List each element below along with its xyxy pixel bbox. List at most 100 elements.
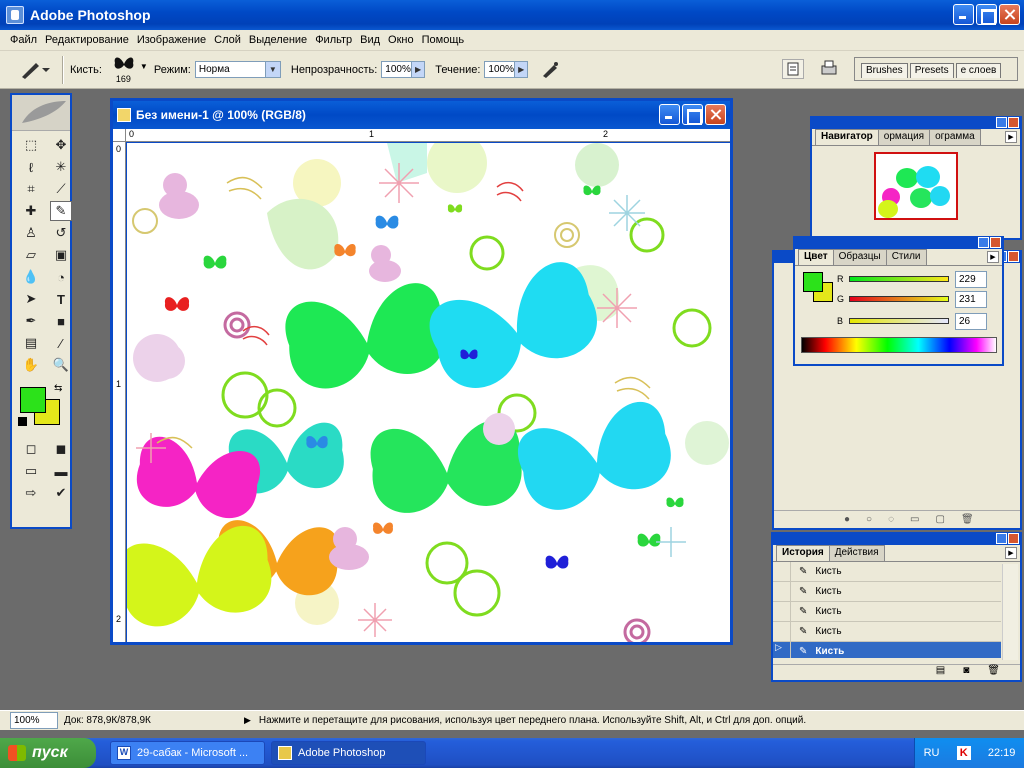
history-item[interactable]: ✎ Кисть: [773, 582, 1001, 602]
add-layer-style-icon[interactable]: ●: [844, 514, 850, 525]
tab-navigator[interactable]: Навигатор: [815, 129, 879, 145]
menu-view[interactable]: Вид: [360, 34, 380, 46]
swap-colors-icon[interactable]: ⇆: [54, 383, 62, 394]
opacity-input[interactable]: 100% ▶: [381, 61, 426, 78]
jump-to-imageready-icon[interactable]: ⇨: [20, 483, 42, 503]
tab-history[interactable]: История: [776, 545, 830, 561]
g-slider[interactable]: [849, 296, 949, 302]
minimize-button[interactable]: [953, 4, 974, 25]
history-menu-icon[interactable]: ▶: [1005, 547, 1017, 559]
document-title-bar[interactable]: Без имени-1 @ 100% (RGB/8): [113, 101, 730, 129]
new-fill-layer-icon[interactable]: ◌: [888, 514, 894, 525]
history-brush-tool-icon[interactable]: ↺: [50, 223, 72, 243]
doc-close-button[interactable]: [705, 104, 726, 125]
pen-tool-icon[interactable]: ✒: [20, 311, 42, 331]
color-menu-icon[interactable]: ▶: [987, 251, 999, 263]
notes-tool-icon[interactable]: ▤: [20, 333, 42, 353]
menu-layer[interactable]: Слой: [214, 34, 241, 46]
clock[interactable]: 22:19: [988, 747, 1016, 759]
b-value-input[interactable]: 26: [955, 312, 987, 330]
maximize-button[interactable]: [976, 4, 997, 25]
layers-close-button[interactable]: [1008, 251, 1019, 262]
lasso-tool-icon[interactable]: ℓ: [20, 157, 42, 177]
zoom-tool-icon[interactable]: 🔍: [50, 355, 72, 375]
color-ramp[interactable]: [801, 337, 997, 353]
image-canvas[interactable]: [127, 143, 730, 642]
menu-edit[interactable]: Редактирование: [45, 34, 129, 46]
doc-size[interactable]: Док: 878,9К/878,9К: [64, 715, 234, 726]
palette-tab-brushes[interactable]: Brushes: [861, 63, 908, 78]
b-slider[interactable]: [849, 318, 949, 324]
healing-brush-tool-icon[interactable]: ✚: [20, 201, 42, 221]
delete-state-icon[interactable]: 🗑: [987, 665, 1000, 680]
tab-swatches[interactable]: Образцы: [832, 249, 887, 265]
navigator-close-button[interactable]: [1008, 117, 1019, 128]
r-value-input[interactable]: 229: [955, 270, 987, 288]
imageready-icon[interactable]: ✔: [50, 483, 72, 503]
toggle-palettes-button[interactable]: [818, 57, 840, 79]
start-button[interactable]: пуск: [0, 738, 96, 768]
brush-picker[interactable]: 169 ▼: [106, 54, 150, 86]
clone-stamp-tool-icon[interactable]: ♙: [20, 223, 42, 243]
vertical-ruler[interactable]: 0 1 2: [113, 142, 126, 642]
palette-tab-layer-comps[interactable]: е слоев: [955, 63, 1002, 78]
history-item[interactable]: ✎ Кисть: [773, 622, 1001, 642]
delete-layer-icon[interactable]: 🗑: [961, 514, 974, 525]
tab-info[interactable]: ормация: [877, 129, 931, 145]
move-tool-icon[interactable]: ✥: [50, 135, 72, 155]
history-scrollbar[interactable]: [1002, 564, 1018, 660]
toolbox-header[interactable]: [12, 95, 70, 131]
magic-wand-tool-icon[interactable]: ✳: [50, 157, 72, 177]
menu-window[interactable]: Окно: [388, 34, 414, 46]
path-selection-tool-icon[interactable]: ➤: [20, 289, 42, 309]
status-menu-icon[interactable]: ▶: [244, 715, 251, 726]
taskbar-word[interactable]: W 29-сабак - Microsoft ...: [110, 741, 265, 765]
menu-help[interactable]: Помощь: [422, 34, 465, 46]
history-item[interactable]: ✎ Кисть: [773, 562, 1001, 582]
slice-tool-icon[interactable]: ⟋: [50, 179, 72, 199]
new-layer-icon[interactable]: ▢: [936, 514, 945, 525]
color-minimize-button[interactable]: [978, 237, 989, 248]
navigator-menu-icon[interactable]: ▶: [1005, 131, 1017, 143]
taskbar-photoshop[interactable]: Adobe Photoshop: [271, 741, 426, 765]
menu-image[interactable]: Изображение: [137, 34, 206, 46]
standard-mode-icon[interactable]: ◻: [20, 439, 42, 459]
eraser-tool-icon[interactable]: ▱: [20, 245, 42, 265]
add-mask-icon[interactable]: ○: [866, 514, 872, 525]
zoom-field[interactable]: 100%: [10, 712, 58, 729]
eyedropper-tool-icon[interactable]: ⁄: [50, 333, 72, 353]
navigator-thumbnail[interactable]: [874, 152, 958, 220]
doc-minimize-button[interactable]: [659, 104, 680, 125]
mode-select[interactable]: Норма ▼: [194, 61, 281, 78]
screen-mode-full-icon[interactable]: ▬: [50, 461, 72, 481]
close-button[interactable]: [999, 4, 1020, 25]
tab-color[interactable]: Цвет: [798, 249, 834, 265]
tool-preset-picker[interactable]: [16, 56, 56, 84]
menu-file[interactable]: Файл: [10, 34, 37, 46]
type-tool-icon[interactable]: T: [50, 289, 72, 309]
menu-select[interactable]: Выделение: [249, 34, 307, 46]
menu-filter[interactable]: Фильтр: [315, 34, 352, 46]
default-colors-icon[interactable]: [18, 417, 27, 426]
new-document-icon[interactable]: ▤: [936, 665, 945, 680]
app-title-bar[interactable]: Adobe Photoshop: [0, 0, 1024, 30]
brush-tool-icon[interactable]: ✎: [50, 201, 72, 221]
gradient-tool-icon[interactable]: ▣: [50, 245, 72, 265]
quick-mask-mode-icon[interactable]: ◼: [50, 439, 72, 459]
g-value-input[interactable]: 231: [955, 290, 987, 308]
r-slider[interactable]: [849, 276, 949, 282]
flow-input[interactable]: 100% ▶: [484, 61, 529, 78]
navigator-minimize-button[interactable]: [996, 117, 1007, 128]
doc-maximize-button[interactable]: [682, 104, 703, 125]
history-item-selected[interactable]: ▷ ✎ Кисть: [773, 642, 1001, 658]
marquee-tool-icon[interactable]: ⬚: [20, 135, 42, 155]
ruler-origin[interactable]: [113, 129, 126, 142]
horizontal-ruler[interactable]: 0 1 2: [126, 129, 730, 142]
dodge-tool-icon[interactable]: ◔: [50, 267, 72, 287]
tab-styles[interactable]: Стили: [885, 249, 927, 265]
foreground-color[interactable]: [20, 387, 46, 413]
tab-histogram[interactable]: ограмма: [929, 129, 981, 145]
blur-tool-icon[interactable]: 💧: [20, 267, 42, 287]
new-snapshot-icon[interactable]: ◙: [963, 665, 969, 680]
palette-tab-presets[interactable]: Presets: [909, 63, 954, 78]
